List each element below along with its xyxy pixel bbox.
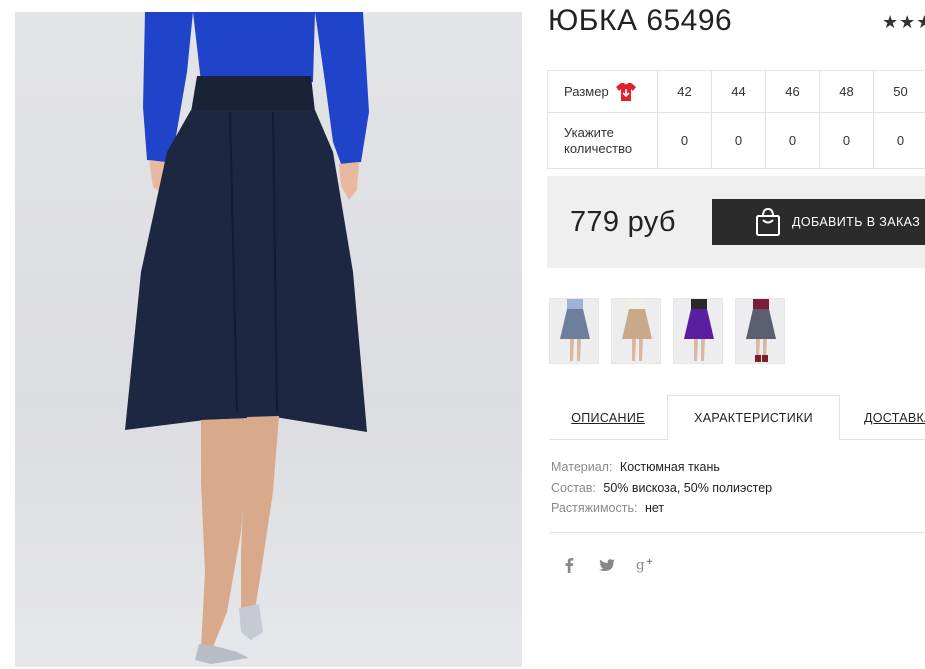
- size-chart-icon[interactable]: [615, 82, 637, 102]
- spec-value: нет: [644, 501, 665, 515]
- price-panel: 779 руб ДОБАВИТЬ В ЗАКАЗ: [547, 176, 925, 268]
- skirt-model-illustration: [125, 12, 369, 664]
- tab-description-label: ОПИСАНИЕ: [571, 410, 645, 425]
- add-to-order-label: ДОБАВИТЬ В ЗАКАЗ: [792, 215, 921, 229]
- product-info-tabs: ОПИСАНИЕ ХАРАКТЕРИСТИКИ ДОСТАВКА: [549, 395, 925, 441]
- quantity-input[interactable]: 0: [657, 112, 712, 169]
- price: 779 руб: [570, 206, 676, 238]
- tab-characteristics-label: ХАРАКТЕРИСТИКИ: [694, 411, 813, 425]
- shopping-bag-icon: [756, 207, 780, 236]
- spec-row: Материал: Костюмная ткань: [551, 457, 772, 478]
- quantity-input[interactable]: 0: [873, 112, 925, 169]
- twitter-icon[interactable]: [598, 555, 616, 575]
- spec-key: Состав:: [551, 480, 596, 495]
- size-row: Размер 42 44 46 48 50: [547, 70, 925, 113]
- add-to-order-button[interactable]: ДОБАВИТЬ В ЗАКАЗ: [712, 199, 925, 245]
- color-thumbnail[interactable]: [611, 298, 661, 364]
- quantity-label: Укажите количество: [564, 124, 633, 156]
- thumbnail-image: [622, 299, 652, 361]
- spec-value: 50% вискоза, 50% полиэстер: [603, 480, 773, 495]
- spec-row: Состав: 50% вискоза, 50% полиэстер: [551, 478, 772, 499]
- facebook-icon[interactable]: [560, 555, 578, 575]
- size-cell[interactable]: 46: [765, 70, 820, 113]
- product-title: ЮБКА 65496: [548, 4, 733, 37]
- spec-key: Материал:: [551, 460, 613, 474]
- tab-description[interactable]: ОПИСАНИЕ: [549, 395, 667, 440]
- main-product-photo[interactable]: [15, 12, 522, 667]
- thumbnail-image: [746, 299, 776, 362]
- size-cell[interactable]: 44: [711, 70, 766, 113]
- size-cell[interactable]: 50: [873, 70, 925, 113]
- size-quantity-table: Размер 42 44 46 48 50 Укажите количество…: [547, 70, 925, 169]
- quantity-row-header: Укажите количество: [547, 112, 658, 169]
- tab-characteristics[interactable]: ХАРАКТЕРИСТИКИ: [667, 395, 840, 441]
- quantity-input[interactable]: 0: [711, 112, 766, 169]
- color-thumbnail[interactable]: [549, 298, 599, 364]
- size-cell[interactable]: 48: [819, 70, 874, 113]
- spec-key: Растяжимость:: [551, 501, 638, 515]
- quantity-input[interactable]: 0: [765, 112, 820, 169]
- google-plus-icon[interactable]: g: [636, 555, 654, 575]
- thumbnail-image: [560, 299, 590, 361]
- divider: [549, 532, 925, 533]
- rating-stars[interactable]: ★★★: [882, 12, 925, 33]
- size-label: Размер: [564, 84, 609, 99]
- color-thumbnail[interactable]: [673, 298, 723, 364]
- size-cell[interactable]: 42: [657, 70, 712, 113]
- tab-delivery-label: ДОСТАВКА: [864, 410, 925, 425]
- characteristics-list: Материал: Костюмная ткань Состав: 50% ви…: [551, 457, 772, 519]
- spec-row: Растяжимость: нет: [551, 498, 772, 519]
- svg-text:g: g: [636, 558, 645, 574]
- quantity-row: Укажите количество 0 0 0 0 0: [547, 112, 925, 169]
- spec-value: Костюмная ткань: [619, 460, 720, 474]
- color-thumbnail[interactable]: [735, 298, 785, 364]
- color-thumbnails: [549, 298, 785, 364]
- quantity-input[interactable]: 0: [819, 112, 874, 169]
- size-row-header: Размер: [547, 70, 658, 113]
- social-share: g: [560, 555, 654, 575]
- tab-delivery[interactable]: ДОСТАВКА: [840, 395, 925, 440]
- thumbnail-image: [684, 299, 714, 361]
